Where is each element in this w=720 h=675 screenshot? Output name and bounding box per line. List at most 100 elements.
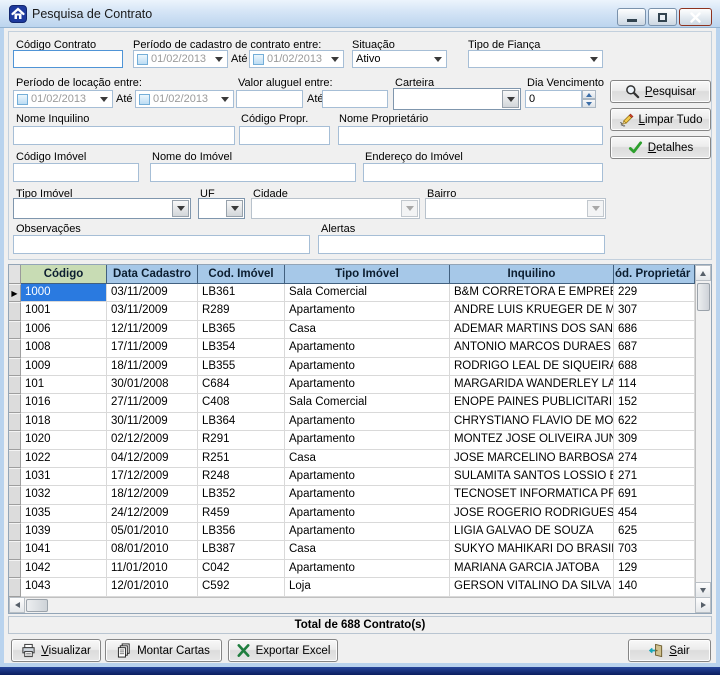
cell-inquilino[interactable]: ADEMAR MARTINS DOS SANTO (450, 321, 614, 339)
cell-tipo-imovel[interactable]: Apartamento (285, 505, 450, 523)
cell-inquilino[interactable]: JOSE MARCELINO BARBOSA (450, 450, 614, 468)
spin-down-button[interactable] (582, 99, 596, 108)
cell-inquilino[interactable]: TECNOSET INFORMATICA PR (450, 486, 614, 504)
cell-codigo[interactable]: 1009 (21, 358, 107, 376)
horizontal-scroll-thumb[interactable] (26, 599, 48, 612)
cell-cod-imovel[interactable]: LB365 (198, 321, 285, 339)
minimize-button[interactable] (617, 8, 646, 26)
nome-imovel-input[interactable] (150, 163, 356, 182)
codigo-propr-input[interactable] (239, 126, 330, 145)
alertas-input[interactable] (318, 235, 605, 254)
cell-tipo-imovel[interactable]: Loja (285, 578, 450, 596)
cell-data-cadastro[interactable]: 03/11/2009 (107, 302, 198, 320)
cell-tipo-imovel[interactable]: Sala Comercial (285, 394, 450, 412)
cell-inquilino[interactable]: CHRYSTIANO FLAVIO DE MOU (450, 413, 614, 431)
cell-data-cadastro[interactable]: 30/11/2009 (107, 413, 198, 431)
cell-tipo-imovel[interactable]: Apartamento (285, 523, 450, 541)
table-row[interactable]: ▶100003/11/2009LB361Sala ComercialB&M CO… (9, 284, 695, 302)
titlebar[interactable]: Pesquisa de Contrato (0, 0, 720, 28)
cell-cod-proprietario[interactable]: 271 (614, 468, 695, 486)
cell-tipo-imovel[interactable]: Apartamento (285, 413, 450, 431)
cell-data-cadastro[interactable]: 04/12/2009 (107, 450, 198, 468)
cell-tipo-imovel[interactable]: Apartamento (285, 431, 450, 449)
table-row[interactable]: 102002/12/2009R291ApartamentoMONTEZ JOSE… (9, 431, 695, 449)
cell-codigo[interactable]: 1008 (21, 339, 107, 357)
codigo-contrato-input[interactable] (13, 50, 123, 68)
cell-cod-proprietario[interactable]: 454 (614, 505, 695, 523)
cell-cod-imovel[interactable]: R251 (198, 450, 285, 468)
cell-cod-proprietario[interactable]: 274 (614, 450, 695, 468)
exportar-excel-button[interactable]: Exportar Excel (228, 639, 338, 662)
uf-combobox[interactable] (198, 198, 245, 219)
checkbox-icon[interactable] (253, 54, 264, 65)
table-row[interactable]: 101627/11/2009C408Sala ComercialENOPE PA… (9, 394, 695, 412)
cell-data-cadastro[interactable]: 30/01/2008 (107, 376, 198, 394)
cell-data-cadastro[interactable]: 17/12/2009 (107, 468, 198, 486)
cell-inquilino[interactable]: GERSON VITALINO DA SILVA (450, 578, 614, 596)
limpar-tudo-button[interactable]: Limpar Tudo (610, 108, 711, 131)
chevron-down-icon[interactable] (331, 57, 339, 62)
chevron-down-icon[interactable] (590, 57, 598, 62)
cell-tipo-imovel[interactable]: Casa (285, 541, 450, 559)
cell-inquilino[interactable]: MONTEZ JOSE OLIVEIRA JUN (450, 431, 614, 449)
chevron-down-icon[interactable] (100, 97, 108, 102)
chevron-down-icon[interactable] (434, 57, 442, 62)
cell-cod-imovel[interactable]: R291 (198, 431, 285, 449)
cell-data-cadastro[interactable]: 03/11/2009 (107, 284, 198, 302)
cell-codigo[interactable]: 1039 (21, 523, 107, 541)
cell-cod-proprietario[interactable]: 687 (614, 339, 695, 357)
cell-inquilino[interactable]: JOSE ROGERIO RODRIGUES (450, 505, 614, 523)
tipo-fianca-combobox[interactable] (468, 50, 603, 68)
table-row[interactable]: 100817/11/2009LB354ApartamentoANTONIO MA… (9, 339, 695, 357)
close-button[interactable] (679, 8, 712, 26)
pesquisar-button[interactable]: Pesquisar (610, 80, 711, 103)
nome-proprietario-input[interactable] (338, 126, 603, 145)
table-row[interactable]: 103218/12/2009LB352ApartamentoTECNOSET I… (9, 486, 695, 504)
table-row[interactable]: 100918/11/2009LB355ApartamentoRODRIGO LE… (9, 358, 695, 376)
cell-codigo[interactable]: 1042 (21, 560, 107, 578)
cell-cod-imovel[interactable]: R289 (198, 302, 285, 320)
cell-cod-imovel[interactable]: LB387 (198, 541, 285, 559)
cell-cod-imovel[interactable]: R248 (198, 468, 285, 486)
cell-cod-proprietario[interactable]: 622 (614, 413, 695, 431)
cell-data-cadastro[interactable]: 17/11/2009 (107, 339, 198, 357)
column-header-cod-proprietario[interactable]: ód. Proprietár (614, 265, 695, 284)
observacoes-input[interactable] (13, 235, 310, 254)
dropdown-button[interactable] (172, 200, 189, 217)
cell-codigo[interactable]: 1006 (21, 321, 107, 339)
cell-codigo[interactable]: 1041 (21, 541, 107, 559)
cell-cod-proprietario[interactable]: 114 (614, 376, 695, 394)
cell-cod-proprietario[interactable]: 307 (614, 302, 695, 320)
dropdown-button[interactable] (226, 200, 243, 217)
montar-cartas-button[interactable]: Montar Cartas (105, 639, 222, 662)
nome-inquilino-input[interactable] (13, 126, 235, 145)
cell-codigo[interactable]: 1018 (21, 413, 107, 431)
endereco-imovel-input[interactable] (363, 163, 603, 182)
cell-codigo[interactable]: 1000 (21, 284, 107, 302)
cell-tipo-imovel[interactable]: Sala Comercial (285, 284, 450, 302)
cell-codigo[interactable]: 1020 (21, 431, 107, 449)
maximize-button[interactable] (648, 8, 677, 26)
cell-codigo[interactable]: 1022 (21, 450, 107, 468)
cell-cod-imovel[interactable]: LB352 (198, 486, 285, 504)
dropdown-button[interactable] (502, 90, 519, 108)
cell-tipo-imovel[interactable]: Apartamento (285, 339, 450, 357)
cell-cod-imovel[interactable]: C592 (198, 578, 285, 596)
valor-aluguel-to-input[interactable] (322, 90, 388, 108)
cell-data-cadastro[interactable]: 27/11/2009 (107, 394, 198, 412)
tipo-imovel-combobox[interactable] (13, 198, 191, 219)
column-header-inquilino[interactable]: Inquilino (450, 265, 614, 284)
cell-cod-imovel[interactable]: C408 (198, 394, 285, 412)
cell-cod-imovel[interactable]: C042 (198, 560, 285, 578)
table-row[interactable]: 101830/11/2009LB364ApartamentoCHRYSTIANO… (9, 413, 695, 431)
cell-data-cadastro[interactable]: 08/01/2010 (107, 541, 198, 559)
cell-codigo[interactable]: 1031 (21, 468, 107, 486)
column-header-data-cadastro[interactable]: Data Cadastro (107, 265, 198, 284)
codigo-imovel-input[interactable] (13, 163, 139, 182)
horizontal-scrollbar[interactable] (9, 597, 711, 613)
cell-cod-proprietario[interactable]: 140 (614, 578, 695, 596)
checkbox-icon[interactable] (17, 94, 28, 105)
cell-cod-imovel[interactable]: LB355 (198, 358, 285, 376)
cell-tipo-imovel[interactable]: Casa (285, 321, 450, 339)
cell-cod-proprietario[interactable]: 691 (614, 486, 695, 504)
